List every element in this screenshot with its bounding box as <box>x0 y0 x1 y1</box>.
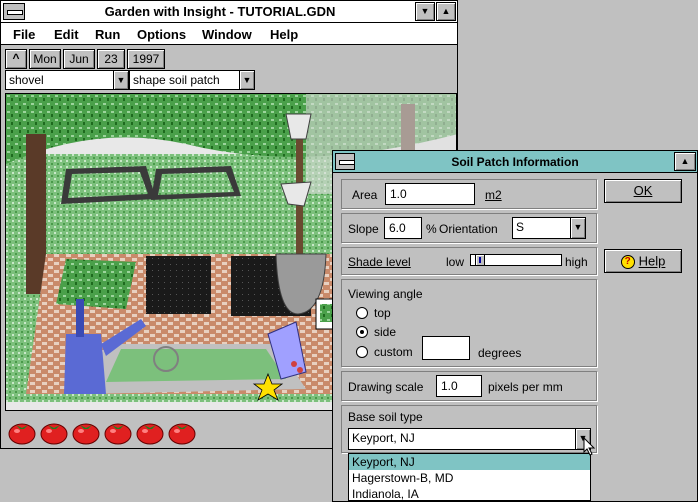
action-select-arrow-icon[interactable]: ▼ <box>239 71 254 89</box>
dialog-titlebar[interactable]: Soil Patch Information ▲ <box>333 151 697 173</box>
tomato-icon[interactable] <box>103 419 133 445</box>
slope-input[interactable]: 6.0 <box>384 217 422 239</box>
soil-type-label: Base soil type <box>348 410 423 424</box>
soil-type-select[interactable]: Keyport, NJ ▼ <box>348 428 591 450</box>
slope-value: 6.0 <box>389 221 406 235</box>
view-custom-radio[interactable] <box>356 346 368 358</box>
view-side-label: side <box>374 325 397 339</box>
day-label: 23 <box>104 52 118 66</box>
orientation-label: Orientation <box>439 222 498 236</box>
menu-bar: File Edit Run Options Window Help <box>1 23 457 45</box>
custom-degrees-input[interactable] <box>422 336 470 360</box>
maximize-icon: ▲ <box>680 156 690 166</box>
tomato-icon[interactable] <box>39 419 69 445</box>
minimize-icon: ▼ <box>420 6 430 16</box>
year-button[interactable]: 1997 <box>127 49 165 69</box>
view-side-radio[interactable] <box>356 326 368 338</box>
month-button[interactable]: Jun <box>63 49 95 69</box>
dialog-title: Soil Patch Information <box>451 155 579 169</box>
menu-file[interactable]: File <box>13 27 35 42</box>
tool-select-arrow-icon[interactable]: ▼ <box>113 71 128 89</box>
shade-label: Shade level <box>348 255 411 269</box>
day-button[interactable]: 23 <box>97 49 125 69</box>
menu-options[interactable]: Options <box>137 27 186 42</box>
shade-high-label: high <box>565 255 588 269</box>
collapse-up-button[interactable]: ^ <box>5 49 27 69</box>
tomato-icon[interactable] <box>167 419 197 445</box>
mouse-cursor-icon <box>583 437 596 456</box>
menu-help[interactable]: Help <box>270 27 298 42</box>
maximize-icon: ▲ <box>441 6 451 16</box>
main-window-title: Garden with Insight - TUTORIAL.GDN <box>104 4 336 19</box>
shade-slider[interactable] <box>470 254 562 266</box>
chevron-up-icon: ^ <box>12 51 20 65</box>
menu-run[interactable]: Run <box>95 27 120 42</box>
area-label: Area <box>352 188 378 202</box>
question-mark-icon: ? <box>620 254 635 269</box>
tomato-icon[interactable] <box>135 419 165 445</box>
view-top-label: top <box>374 306 391 320</box>
action-select-value: shape soil patch <box>133 73 220 87</box>
soil-type-value: Keyport, NJ <box>352 431 415 445</box>
menu-edit[interactable]: Edit <box>54 27 79 42</box>
ok-button[interactable]: OK <box>604 179 682 203</box>
shade-group: Shade level low high <box>341 247 597 275</box>
year-label: 1997 <box>132 52 160 66</box>
orientation-select-arrow-icon[interactable]: ▼ <box>570 218 585 238</box>
minimize-button[interactable]: ▼ <box>415 2 435 21</box>
weekday-button[interactable]: Mon <box>29 49 61 69</box>
soil-patch-dialog: Soil Patch Information ▲ Area 1.0 m2 Slo… <box>332 150 698 502</box>
soil-option-indianola[interactable]: Indianola, IA <box>349 486 590 502</box>
help-label: Help <box>638 253 666 269</box>
viewing-angle-group: Viewing angle top side custom degrees <box>341 279 597 367</box>
tomato-icon[interactable] <box>71 419 101 445</box>
soil-option-keyport[interactable]: Keyport, NJ <box>349 454 590 470</box>
area-group: Area 1.0 m2 <box>341 179 597 209</box>
drawing-scale-label: Drawing scale <box>348 380 424 394</box>
soil-type-group: Base soil type Keyport, NJ ▼ <box>341 405 597 453</box>
drawing-scale-input[interactable]: 1.0 <box>436 375 482 397</box>
maximize-button[interactable]: ▲ <box>436 2 456 21</box>
drawing-scale-unit: pixels per mm <box>488 380 563 394</box>
drawing-scale-value: 1.0 <box>441 379 458 393</box>
orientation-select[interactable]: S ▼ <box>512 217 586 239</box>
area-input[interactable]: 1.0 <box>385 183 475 205</box>
menu-window[interactable]: Window <box>202 27 252 42</box>
weekday-label: Mon <box>33 52 57 66</box>
degrees-label: degrees <box>478 346 522 360</box>
month-label: Jun <box>69 52 89 66</box>
dialog-maximize-button[interactable]: ▲ <box>674 152 696 171</box>
tomato-icon[interactable] <box>7 419 37 445</box>
viewing-angle-label: Viewing angle <box>348 287 423 301</box>
area-unit-link[interactable]: m2 <box>485 188 502 202</box>
area-value: 1.0 <box>390 187 407 201</box>
dialog-system-menu-button[interactable] <box>335 153 355 170</box>
action-select[interactable]: shape soil patch ▼ <box>129 70 255 90</box>
shade-slider-thumb[interactable] <box>475 254 485 266</box>
main-titlebar[interactable]: Garden with Insight - TUTORIAL.GDN ▼ ▲ <box>1 1 457 23</box>
tool-select[interactable]: shovel ▼ <box>5 70 129 90</box>
system-menu-button[interactable] <box>3 3 25 20</box>
soil-type-dropdown-list: Keyport, NJ Hagerstown-B, MD Indianola, … <box>348 453 591 501</box>
view-top-radio[interactable] <box>356 307 368 319</box>
help-button[interactable]: ? Help <box>604 249 682 273</box>
view-custom-label: custom <box>374 345 413 359</box>
drawing-scale-group: Drawing scale 1.0 pixels per mm <box>341 371 597 401</box>
slope-label: Slope <box>348 222 379 236</box>
ok-label: OK <box>633 183 653 198</box>
shade-low-label: low <box>446 255 465 269</box>
soil-option-hagerstown[interactable]: Hagerstown-B, MD <box>349 470 590 486</box>
slope-unit: % <box>426 222 437 236</box>
slope-group: Slope 6.0 % Orientation S ▼ <box>341 213 597 243</box>
orientation-value: S <box>516 220 525 234</box>
tool-select-value: shovel <box>9 73 44 87</box>
